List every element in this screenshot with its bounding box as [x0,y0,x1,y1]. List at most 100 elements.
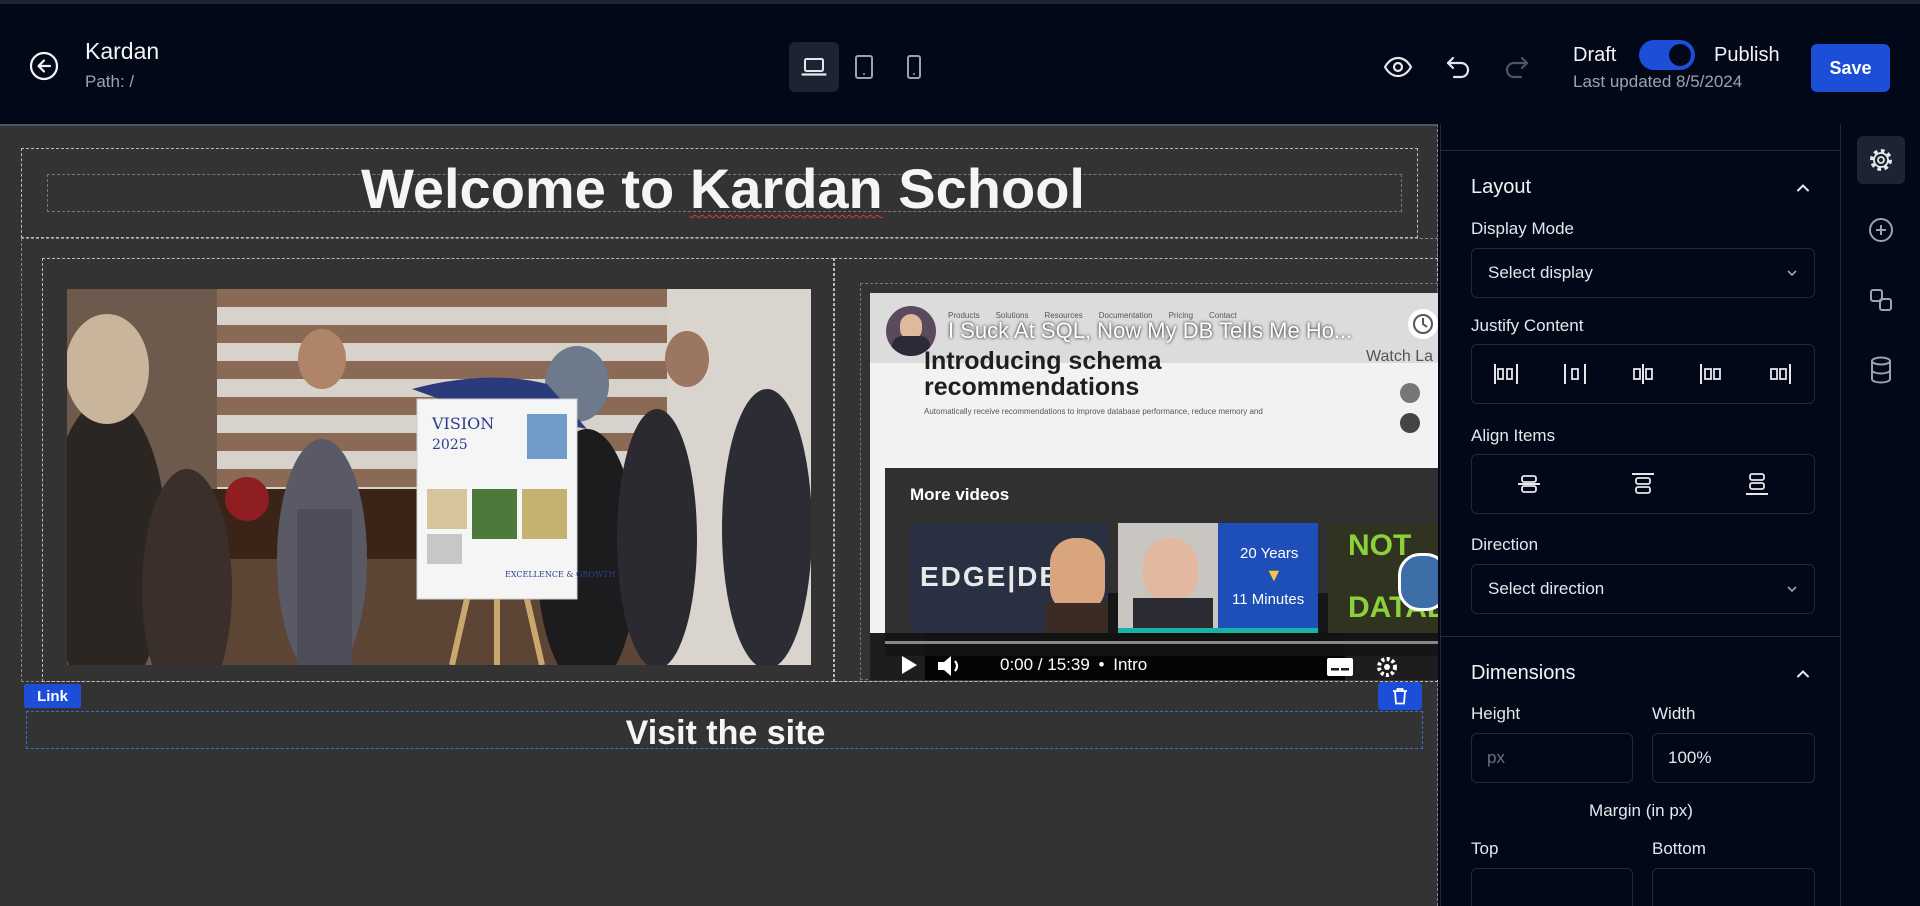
layers-icon [1870,289,1892,311]
settings-icon [1870,149,1892,171]
captions-icon [1327,658,1353,676]
video-progress-bar[interactable] [885,641,1438,644]
device-switcher [789,42,939,92]
margin-top-label: Top [1471,839,1499,858]
site-path: Path: / [85,72,135,91]
draft-label: Draft [1573,44,1617,66]
width-input[interactable]: 100% [1652,733,1815,783]
chevron-up-icon [1797,670,1809,678]
thumbnail-text: EDGE|DB [920,561,1062,592]
align-end-button[interactable] [1737,464,1777,504]
database-icon [1871,356,1891,384]
video-time: 0:00 / 15:39 • Intro [1000,655,1148,674]
more-videos-title: More videos [910,485,1010,504]
gear-icon [1377,657,1397,677]
divider [1441,636,1840,637]
video-thumbnail[interactable]: EDGE|DB [910,523,1108,633]
editor-rail [1840,124,1920,906]
margin-bottom-input[interactable] [1652,868,1815,906]
redo-button[interactable] [1502,52,1532,82]
visit-site-link[interactable]: Visit the site [27,714,1424,753]
data-button[interactable] [1857,346,1905,394]
last-updated-text: Last updated 8/5/2024 [1573,72,1743,91]
justify-end-button[interactable] [1760,354,1800,394]
video-page-heading: Introducing schema recommendations [924,348,1162,400]
display-mode-select[interactable]: Select display [1471,248,1815,298]
height-input[interactable]: px [1471,733,1633,783]
align-center-button[interactable] [1509,464,1549,504]
editor-canvas[interactable]: Welcome to Kardan School VISION 2025 EXC… [0,124,1438,906]
align-start-button[interactable] [1623,464,1663,504]
mobile-icon [907,55,921,79]
height-label: Height [1471,704,1521,723]
event-photo[interactable]: VISION 2025 EXCELLENCE & GROWTH [67,289,811,665]
time-readout: 0:00 / 15:39 [1000,655,1090,674]
settings-panel: Layout Display Mode Select display Justi… [1440,124,1840,906]
heading-line-2: recommendations [924,373,1140,401]
heading-line-1: Introducing schema [924,347,1162,375]
justify-left-button[interactable] [1691,354,1731,394]
publish-label: Publish [1714,44,1780,66]
chapter-label[interactable]: Intro [1113,655,1147,674]
desktop-view-button[interactable] [789,42,839,92]
dimensions-section-title[interactable]: Dimensions [1471,662,1575,685]
justify-center-button[interactable] [1555,354,1595,394]
display-mode-value: Select display [1488,263,1593,282]
preview-button[interactable] [1383,52,1413,82]
play-button[interactable] [900,655,918,675]
poster-year: 2025 [432,437,468,453]
volume-icon [938,656,959,676]
redo-icon [1505,56,1529,79]
width-label: Width [1652,704,1696,723]
video-embed[interactable]: Products Solutions Resources Documentati… [870,293,1438,680]
collapse-dimensions-button[interactable] [1793,664,1813,684]
margin-bottom-label: Bottom [1652,839,1706,858]
undo-button[interactable] [1443,52,1473,82]
align-end-icon [1746,473,1768,495]
play-icon [902,656,917,674]
volume-button[interactable] [936,654,964,678]
collapse-layout-button[interactable] [1793,178,1813,198]
justify-space-between-button[interactable] [1623,354,1663,394]
poster-title: VISION [431,414,494,433]
thumbnail-text: NOT [1348,529,1412,562]
layout-section-title[interactable]: Layout [1471,176,1531,199]
margin-top-input[interactable] [1471,868,1633,906]
settings-tab-button[interactable] [1857,136,1905,184]
down-arrow-icon: ▼ [1265,565,1283,585]
save-button[interactable]: Save [1811,44,1890,92]
justify-start-button[interactable] [1486,354,1526,394]
video-thumbnail[interactable]: NOT DATAB [1328,523,1438,633]
video-thumbnail[interactable]: 20 Years ▼ 11 Minutes [1118,523,1318,633]
layers-button[interactable] [1857,276,1905,324]
link-element-badge[interactable]: Link [24,684,81,708]
display-mode-label: Display Mode [1471,219,1574,238]
editor-header: Kardan Path: / Draft Publish Last update… [0,4,1920,124]
captions-button[interactable] [1326,657,1354,677]
more-videos-panel[interactable]: More videos EDGE|DB 20 Years ▼ 11 Minute… [885,468,1438,656]
video-title[interactable]: I Suck At SQL, Now My DB Tells Me Ho... [948,318,1352,344]
justify-end-icon [1769,364,1791,384]
align-items-label: Align Items [1471,426,1556,445]
video-page-body: Automatically receive recommendations to… [924,407,1263,416]
eye-icon [1383,56,1413,78]
watch-later-icon[interactable] [1408,309,1438,339]
trash-icon [1393,688,1407,705]
justify-content-options [1471,344,1815,404]
direction-select[interactable]: Select direction [1471,564,1815,614]
divider [1441,150,1840,151]
page-title[interactable]: Welcome to Kardan School [0,156,1446,221]
tablet-view-button[interactable] [839,42,889,92]
settings-video-button[interactable] [1375,655,1399,679]
add-element-button[interactable] [1857,206,1905,254]
publish-toggle[interactable] [1639,40,1695,70]
back-button[interactable] [28,50,60,82]
mobile-view-button[interactable] [889,42,939,92]
author-avatar [1400,383,1420,403]
poster-footer: EXCELLENCE & GROWTH [505,570,616,579]
chevron-down-icon [1787,586,1797,593]
watch-later-label: Watch La [1366,348,1433,365]
link-element[interactable]: Visit the site [26,711,1423,752]
justify-between-icon [1633,364,1653,384]
delete-element-button[interactable] [1378,682,1422,710]
